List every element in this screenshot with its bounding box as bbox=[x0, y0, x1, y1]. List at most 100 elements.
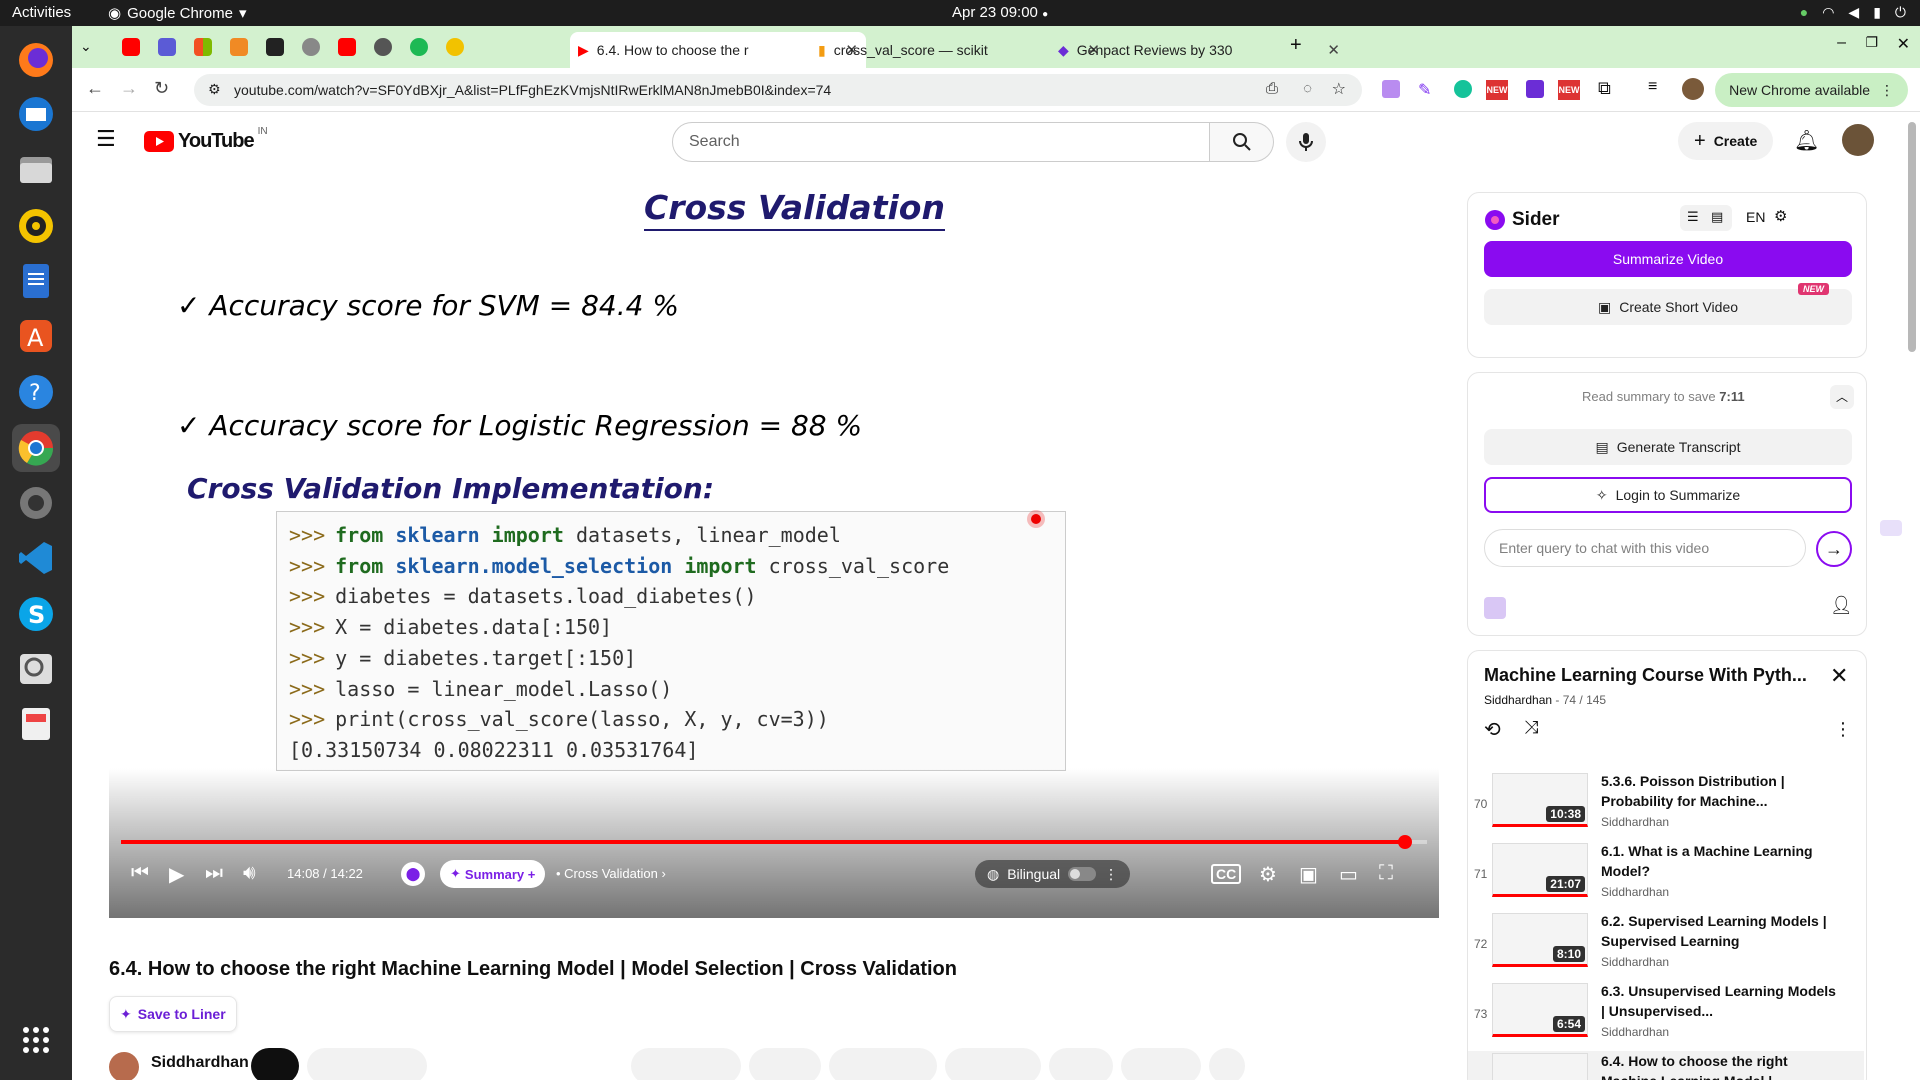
vscode-icon[interactable] bbox=[12, 534, 60, 582]
settings-gear-icon[interactable]: ⚙ bbox=[1259, 862, 1277, 887]
pinned-tab-aws-icon[interactable] bbox=[266, 38, 284, 56]
summarize-video-button[interactable]: Summarize Video bbox=[1484, 241, 1852, 277]
address-bar[interactable]: ⚙ youtube.com/watch?v=SF0YdBXjr_A&list=P… bbox=[194, 74, 1362, 106]
maximize-icon[interactable]: ❐ bbox=[1865, 34, 1878, 51]
playlist-item-title[interactable]: 6.1. What is a Machine Learning Model? bbox=[1601, 841, 1841, 881]
clock[interactable]: Apr 23 09:00 ● bbox=[952, 4, 1072, 21]
playlist-item-title[interactable]: 6.2. Supervised Learning Models | Superv… bbox=[1601, 911, 1841, 951]
playlist-item[interactable]: 72 8:10 6.2. Supervised Learning Models | … bbox=[1468, 911, 1864, 981]
help-icon[interactable]: ? bbox=[12, 368, 60, 416]
pinned-tab-docs-icon[interactable] bbox=[158, 38, 176, 56]
like-dislike-button[interactable] bbox=[631, 1048, 741, 1080]
download-button[interactable] bbox=[829, 1048, 937, 1080]
tracking-icon[interactable]: ◌ bbox=[1303, 80, 1312, 97]
rhythmbox-icon[interactable] bbox=[12, 202, 60, 250]
miniplayer-icon[interactable]: ▣ bbox=[1299, 862, 1318, 887]
minimize-icon[interactable]: – bbox=[1837, 34, 1846, 52]
extension-sider-icon[interactable] bbox=[1382, 80, 1400, 98]
firefox-icon[interactable] bbox=[12, 36, 60, 84]
youtube-logo[interactable]: YouTube IN bbox=[144, 126, 268, 153]
volume-icon[interactable]: 🔊︎ bbox=[243, 862, 256, 885]
playlist-owner[interactable]: Siddhardhan bbox=[1484, 693, 1552, 707]
files-icon[interactable] bbox=[12, 146, 60, 194]
language-selector[interactable]: EN bbox=[1746, 209, 1765, 225]
playlist-title[interactable]: Machine Learning Course With Pyth... bbox=[1484, 665, 1807, 686]
playlist-item-title[interactable]: 5.3.6. Poisson Distribution | Probabilit… bbox=[1601, 771, 1841, 811]
tab-genpact[interactable]: ◆ Genpact Reviews by 330 ✕ bbox=[1050, 32, 1348, 68]
clip-button[interactable] bbox=[1049, 1048, 1113, 1080]
pinned-tab-spotify-icon[interactable] bbox=[410, 38, 428, 56]
notifications-bell-icon[interactable]: 🔔︎ bbox=[1794, 128, 1819, 153]
chrome-dock-icon[interactable] bbox=[12, 424, 60, 472]
extension-new-badge2-icon[interactable]: NEW bbox=[1558, 80, 1580, 100]
progress-bar[interactable] bbox=[121, 835, 1427, 849]
caption-view-icon[interactable]: ▤ bbox=[1711, 209, 1723, 225]
pinned-tab-openai-icon[interactable] bbox=[374, 38, 392, 56]
site-info-icon[interactable]: ⚙ bbox=[208, 81, 221, 98]
more-options-icon[interactable]: ⋮ bbox=[1104, 866, 1118, 883]
list-view-icon[interactable]: ☰ bbox=[1687, 209, 1699, 225]
extensions-puzzle-icon[interactable]: ⧉ bbox=[1598, 78, 1611, 99]
extension-grammarly-icon[interactable] bbox=[1454, 80, 1472, 98]
app-menu[interactable]: ◉ Google Chrome ▾ bbox=[108, 4, 247, 23]
save-button[interactable] bbox=[1121, 1048, 1201, 1080]
create-button[interactable]: + Create bbox=[1678, 122, 1774, 160]
play-icon[interactable]: ▶ bbox=[169, 862, 184, 887]
summary-plus-button[interactable]: ✦ Summary + bbox=[440, 860, 546, 888]
media-control-icon[interactable]: ≡ bbox=[1648, 78, 1657, 96]
new-chrome-available-button[interactable]: New Chrome available ⋮ bbox=[1715, 73, 1908, 107]
pinned-tab-youtube-icon[interactable] bbox=[122, 38, 140, 56]
video-thumbnail[interactable]: 10:38 bbox=[1492, 773, 1588, 827]
more-actions-button[interactable] bbox=[1209, 1048, 1245, 1080]
close-playlist-icon[interactable]: ✕ bbox=[1830, 663, 1848, 689]
join-button[interactable] bbox=[251, 1048, 299, 1080]
reload-icon[interactable]: ↻ bbox=[154, 78, 169, 99]
view-mode-switch[interactable]: ☰ ▤ bbox=[1680, 205, 1732, 231]
settings-icon[interactable] bbox=[12, 479, 60, 527]
new-tab-icon[interactable]: + bbox=[1290, 34, 1302, 57]
extension-liner-icon[interactable] bbox=[1526, 80, 1544, 98]
document-viewer-icon[interactable] bbox=[12, 700, 60, 748]
hamburger-menu-icon[interactable]: ☰ bbox=[96, 126, 116, 152]
next-icon[interactable]: ⏭ bbox=[205, 862, 223, 885]
toggle-switch[interactable] bbox=[1068, 867, 1097, 881]
shuffle-icon[interactable]: ⤨ bbox=[1524, 717, 1538, 738]
generate-transcript-button[interactable]: ▤ Generate Transcript bbox=[1484, 429, 1852, 465]
channel-name[interactable]: Siddhardhan bbox=[151, 1054, 249, 1072]
extension-pen-icon[interactable]: ✎ bbox=[1418, 80, 1431, 100]
forward-icon[interactable]: → bbox=[120, 78, 138, 99]
collapse-chevron-icon[interactable]: ︿ bbox=[1830, 385, 1854, 409]
login-to-summarize-button[interactable]: ✧ Login to Summarize bbox=[1484, 477, 1852, 513]
system-tray[interactable]: ● ◠ ◀ ▮ ⏻ bbox=[1800, 4, 1906, 21]
video-thumbnail[interactable]: 6:54 bbox=[1492, 983, 1588, 1037]
activities-button[interactable]: Activities bbox=[12, 4, 71, 21]
save-to-liner-button[interactable]: ✦ Save to Liner bbox=[109, 996, 237, 1032]
chapter-button[interactable]: • Cross Validation › bbox=[556, 866, 666, 881]
install-app-icon[interactable]: ⎙ bbox=[1266, 80, 1278, 97]
user-profile-icon[interactable]: 👤︎ bbox=[1830, 595, 1853, 616]
captions-icon[interactable]: CC bbox=[1211, 864, 1242, 884]
video-thumbnail[interactable]: 14:22 bbox=[1492, 1053, 1588, 1080]
extension-new-badge-icon[interactable]: NEW bbox=[1486, 80, 1508, 100]
bilingual-toggle[interactable]: ◍ Bilingual ⋮ bbox=[975, 860, 1131, 888]
share-button[interactable] bbox=[749, 1048, 821, 1080]
search-input[interactable]: Search bbox=[672, 122, 1210, 162]
location-pin-icon[interactable]: ⬤ bbox=[401, 862, 425, 886]
sider-mini-icon[interactable] bbox=[1484, 597, 1506, 619]
playlist-item[interactable]: 73 6:54 6.3. Unsupervised Learning Models … bbox=[1468, 981, 1864, 1051]
more-menu-icon[interactable]: ⋮ bbox=[1880, 82, 1894, 99]
chat-query-input[interactable]: Enter query to chat with this video bbox=[1484, 529, 1806, 567]
pinned-tab-microsoft-icon[interactable] bbox=[194, 38, 212, 56]
playlist-item[interactable]: 70 10:38 5.3.6. Poisson Distribution | Pro… bbox=[1468, 771, 1864, 841]
search-button[interactable] bbox=[1210, 122, 1274, 162]
scrubber-handle[interactable] bbox=[1397, 835, 1412, 849]
page-scrollbar[interactable] bbox=[1908, 122, 1916, 352]
tab-search-icon[interactable]: ⌄ bbox=[80, 38, 92, 55]
close-window-icon[interactable]: ✕ bbox=[1897, 34, 1910, 54]
pinned-tab-package-icon[interactable] bbox=[230, 38, 248, 56]
profile-avatar[interactable] bbox=[1682, 78, 1704, 100]
image-viewer-icon[interactable] bbox=[12, 645, 60, 693]
sider-floating-tab-icon[interactable] bbox=[1880, 520, 1902, 536]
video-thumbnail[interactable]: 8:10 bbox=[1492, 913, 1588, 967]
sider-settings-icon[interactable]: ⚙ bbox=[1774, 207, 1787, 225]
